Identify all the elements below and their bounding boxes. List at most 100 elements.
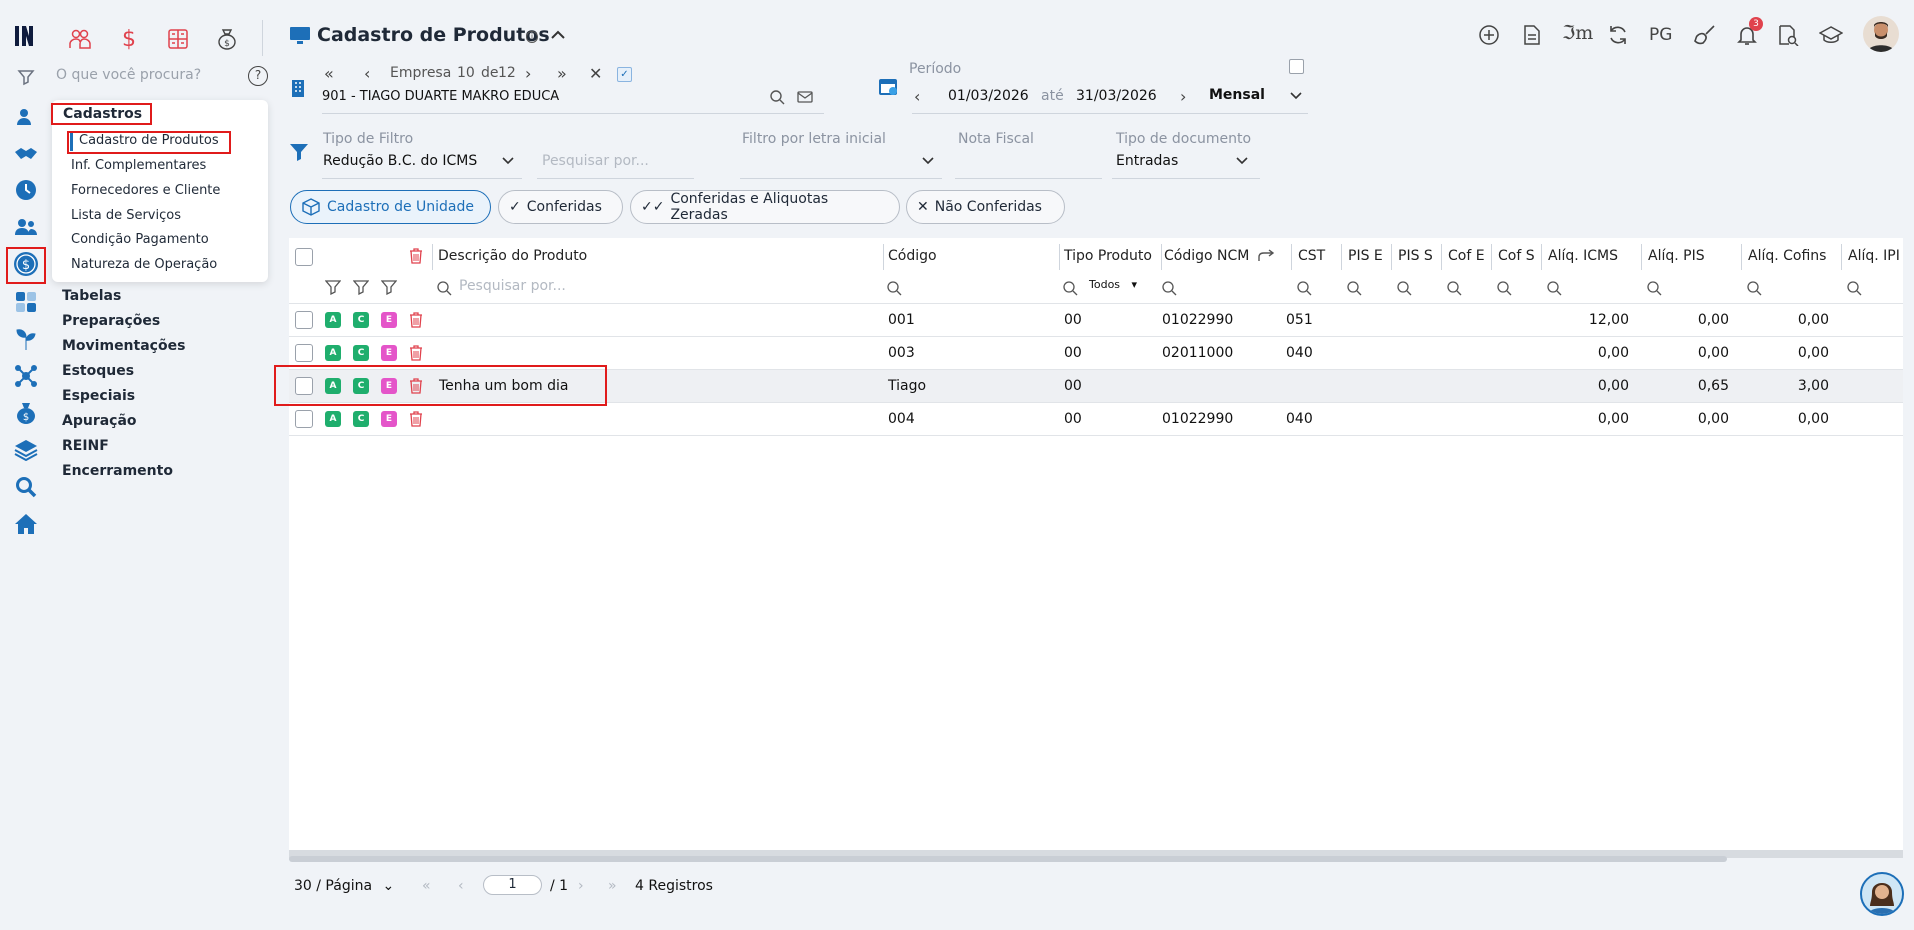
period-next-icon[interactable]: › [1180, 87, 1186, 106]
dollar-icon[interactable]: $ [112, 22, 146, 56]
table-row[interactable]: A C E 001 00 01022990 051 12,00 0,00 0,00 [289, 303, 1903, 336]
search-icon[interactable] [1646, 280, 1662, 296]
search-icon[interactable] [1746, 280, 1762, 296]
col-header-aliq-ipi[interactable]: Alíq. IPI [1848, 248, 1900, 264]
prev-page-icon[interactable]: ‹ [458, 878, 464, 894]
menu-section-movimentacoes[interactable]: Movimentações [62, 338, 185, 354]
period-start[interactable]: 01/03/2026 [948, 88, 1029, 104]
report-search-icon[interactable] [1777, 24, 1799, 46]
collapse-chevron-icon[interactable] [550, 28, 566, 40]
company-checkbox[interactable]: ✓ [617, 67, 632, 82]
filter-search-placeholder[interactable]: Pesquisar por... [542, 153, 649, 169]
filter-icon[interactable] [17, 68, 35, 86]
money-bag-icon[interactable]: $ [12, 399, 40, 427]
broom-icon[interactable] [1694, 24, 1716, 46]
badge-c[interactable]: C [353, 411, 369, 427]
layers-icon[interactable] [12, 436, 40, 464]
redo-arrow-icon[interactable] [1257, 249, 1275, 263]
app-logo[interactable] [12, 22, 42, 50]
next-icon[interactable]: › [525, 64, 531, 83]
first-page-icon[interactable]: « [422, 878, 431, 894]
menu-item-fornecedores-cliente[interactable]: Fornecedores e Cliente [71, 183, 220, 198]
bag-outline-icon[interactable]: $ [210, 22, 244, 56]
chip-conferidas[interactable]: ✓ Conferidas [498, 190, 623, 224]
search-icon[interactable] [1396, 280, 1412, 296]
search-icon[interactable] [12, 473, 40, 501]
home-icon[interactable] [12, 510, 40, 538]
menu-item-natureza-operacao[interactable]: Natureza de Operação [71, 257, 217, 272]
refresh-icon[interactable] [1607, 24, 1629, 46]
first-page-icon[interactable]: « [324, 64, 334, 83]
tipo-filtro-chevron-icon[interactable] [501, 156, 515, 166]
search-icon[interactable] [1546, 280, 1562, 296]
user-icon[interactable] [12, 103, 40, 131]
select-all-checkbox[interactable] [295, 248, 313, 266]
tipo-select[interactable]: Todos ▾ [1089, 278, 1137, 291]
table-row[interactable]: A C E 004 00 01022990 040 0,00 0,00 0,00 [289, 402, 1903, 435]
badge-c[interactable]: C [353, 345, 369, 361]
plus-circle-icon[interactable] [1478, 24, 1500, 46]
menu-section-estoques[interactable]: Estoques [62, 363, 134, 379]
tipo-doc-chevron-icon[interactable] [1235, 156, 1249, 166]
col-header-codigo[interactable]: Código [888, 248, 937, 264]
company-name[interactable]: 901 - TIAGO DUARTE MAKRO EDUCA [322, 89, 559, 104]
col-header-cof-s[interactable]: Cof S [1498, 248, 1535, 264]
col-header-cst[interactable]: CST [1298, 248, 1325, 264]
col-header-cof-e[interactable]: Cof E [1448, 248, 1485, 264]
trash-icon[interactable] [409, 345, 423, 361]
info-icon[interactable]: i [526, 31, 538, 43]
graduation-cap-icon[interactable] [1819, 25, 1843, 45]
filter-icon[interactable] [325, 279, 341, 295]
users-icon[interactable] [12, 213, 40, 241]
menu-section-apuracao[interactable]: Apuração [62, 413, 137, 429]
user-avatar[interactable] [1863, 16, 1899, 52]
chip-nao-conferidas[interactable]: ✕ Não Conferidas [906, 190, 1065, 224]
menu-item-lista-servicos[interactable]: Lista de Serviços [71, 208, 181, 223]
menu-item-inf-complementares[interactable]: Inf. Complementares [71, 158, 206, 173]
row-checkbox[interactable] [295, 344, 313, 362]
handshake-icon[interactable] [12, 140, 40, 168]
menu-section-tabelas[interactable]: Tabelas [62, 288, 121, 304]
col-header-aliq-icms[interactable]: Alíq. ICMS [1548, 248, 1618, 264]
document-icon[interactable] [1522, 24, 1542, 46]
col-header-ncm[interactable]: Código NCM [1164, 248, 1249, 264]
letra-chevron-icon[interactable] [921, 156, 935, 166]
help-icon[interactable]: ? [248, 66, 268, 86]
trash-icon[interactable] [409, 312, 423, 328]
col-header-pis-s[interactable]: PIS S [1398, 248, 1433, 264]
per-page-select[interactable]: 30 / Página ⌄ [294, 878, 394, 894]
calculator-icon[interactable] [12, 288, 40, 316]
badge-e[interactable]: E [381, 312, 397, 328]
clear-icon[interactable]: ✕ [589, 64, 602, 83]
search-icon[interactable] [1062, 280, 1078, 296]
search-icon[interactable] [886, 280, 902, 296]
assistant-avatar[interactable] [1860, 872, 1904, 916]
pg-label[interactable]: PG [1649, 25, 1672, 45]
horizontal-scrollbar[interactable] [289, 856, 1727, 862]
period-prev-icon[interactable]: ‹ [914, 87, 920, 106]
next-page-icon[interactable]: › [578, 878, 584, 894]
col-header-pis-e[interactable]: PIS E [1348, 248, 1383, 264]
period-end[interactable]: 31/03/2026 [1076, 88, 1157, 104]
filter-icon[interactable] [381, 279, 397, 295]
descricao-search-placeholder[interactable]: Pesquisar por... [459, 278, 566, 294]
badge-e[interactable]: E [381, 345, 397, 361]
col-header-descricao[interactable]: Descrição do Produto [438, 248, 587, 264]
col-header-tipo-produto[interactable]: Tipo Produto [1064, 248, 1152, 264]
trash-icon[interactable] [409, 411, 423, 427]
mail-icon[interactable] [797, 90, 813, 104]
badge-a[interactable]: A [325, 312, 341, 328]
search-icon[interactable] [1496, 280, 1512, 296]
people-icon[interactable] [63, 22, 97, 56]
search-icon[interactable] [436, 280, 452, 296]
chip-conferidas-aliquotas-zeradas[interactable]: ✓✓ Conferidas e Aliquotas Zeradas [630, 190, 900, 224]
clock-icon[interactable] [12, 176, 40, 204]
badge-a[interactable]: A [325, 411, 341, 427]
badge-c[interactable]: C [353, 312, 369, 328]
menu-section-reinf[interactable]: REINF [62, 438, 109, 454]
row-checkbox[interactable] [295, 311, 313, 329]
search-icon[interactable] [1161, 280, 1177, 296]
menu-search-placeholder[interactable]: O que você procura? [56, 67, 201, 83]
trash-header-icon[interactable] [409, 248, 423, 264]
prev-icon[interactable]: ‹ [364, 64, 370, 83]
